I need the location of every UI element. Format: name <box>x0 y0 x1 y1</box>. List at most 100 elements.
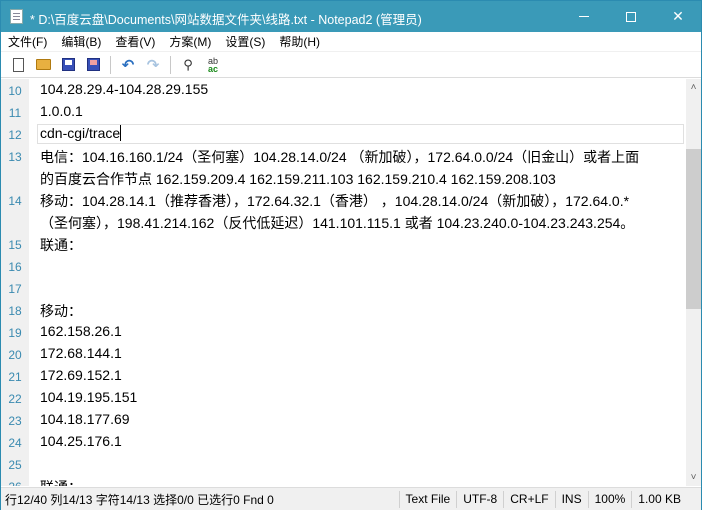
editor-line[interactable]: （圣何塞），198.41.214.162（反代低延迟）141.101.115.1… <box>1 211 686 233</box>
new-file-button[interactable] <box>7 54 29 76</box>
notepad-app-icon[interactable] <box>10 9 23 24</box>
replace-icon: ab ac <box>207 55 218 74</box>
maximize-icon <box>626 11 636 22</box>
line-text-content: 162.158.26.1 <box>40 323 122 339</box>
scroll-up-button[interactable]: ˄ <box>686 79 701 96</box>
line-text: 172.68.144.1 <box>40 345 122 361</box>
line-text-content: 172.69.152.1 <box>40 367 122 383</box>
line-number: 20 <box>8 348 22 362</box>
redo-button[interactable]: ↷ <box>142 54 164 76</box>
line-number: 17 <box>8 282 22 296</box>
vertical-scrollbar[interactable]: ˄ ˅ <box>686 79 701 486</box>
line-text-content: 1.0.0.1 <box>40 103 83 119</box>
scroll-thumb[interactable] <box>686 149 701 310</box>
line-text: 162.158.26.1 <box>40 323 122 339</box>
status-file-size: 1.00 KB <box>631 490 687 508</box>
status-encoding[interactable]: UTF-8 <box>456 490 503 508</box>
status-line-ending[interactable]: CR+LF <box>503 490 554 508</box>
line-text: 移动： <box>40 301 82 321</box>
save-as-button[interactable] <box>82 54 104 76</box>
line-text: 的百度云合作节点 162.159.209.4 162.159.211.103 1… <box>40 169 556 189</box>
line-text-content: 移动： <box>40 303 82 319</box>
chevron-down-icon: ˅ <box>690 472 697 483</box>
new-file-icon <box>12 57 24 72</box>
line-text: 1.0.0.1 <box>40 103 83 119</box>
line-text-content: 104.19.195.151 <box>40 389 138 405</box>
menu-settings[interactable]: 设置(S) <box>225 33 265 50</box>
menu-file[interactable]: 文件(F) <box>8 33 47 50</box>
resize-grip[interactable] <box>687 491 701 508</box>
status-position: 行12/40 列14/13 字符14/13 选择0/0 已选行0 Fnd 0 <box>5 492 274 507</box>
editor-line[interactable]: 15 联通： <box>1 233 686 255</box>
editor-line[interactable]: 21 172.69.152.1 <box>1 365 686 387</box>
editor-line[interactable]: 25 <box>1 453 686 475</box>
editor-line[interactable]: 12 cdn-cgi/trace <box>1 123 686 145</box>
editor-line[interactable]: 18 移动： <box>1 299 686 321</box>
editor-line[interactable]: 20 172.68.144.1 <box>1 343 686 365</box>
save-as-icon <box>86 58 100 71</box>
editor-line[interactable]: 的百度云合作节点 162.159.209.4 162.159.211.103 1… <box>1 167 686 189</box>
line-text-content: 联通： <box>40 237 82 253</box>
save-icon <box>61 58 75 71</box>
binoculars-icon: ⚲ <box>183 56 193 72</box>
editor-line[interactable]: 26 联通： <box>1 475 686 486</box>
line-number: 19 <box>8 326 22 340</box>
toolbar-separator <box>170 55 171 74</box>
title-bar[interactable]: * D:\百度云盘\Documents\网站数据文件夹\线路.txt - Not… <box>1 1 701 32</box>
status-bar: 行12/40 列14/13 字符14/13 选择0/0 已选行0 Fnd 0 T… <box>1 487 701 510</box>
editor-line[interactable]: 23 104.18.177.69 <box>1 409 686 431</box>
menu-scheme[interactable]: 方案(M) <box>169 33 211 50</box>
line-number: 14 <box>8 194 22 208</box>
status-file-type[interactable]: Text File <box>398 490 457 508</box>
find-button[interactable]: ⚲ <box>177 54 199 76</box>
editor-line[interactable]: 16 <box>1 255 686 277</box>
editor-line[interactable]: 22 104.19.195.151 <box>1 387 686 409</box>
menu-help[interactable]: 帮助(H) <box>279 33 320 50</box>
line-text: 104.18.177.69 <box>40 411 130 427</box>
line-text-content: 104.28.29.4-104.28.29.155 <box>40 81 209 97</box>
line-number: 11 <box>8 106 22 120</box>
line-text: 104.28.29.4-104.28.29.155 <box>40 81 208 97</box>
line-text-content: 联通： <box>40 479 82 486</box>
line-number: 18 <box>8 304 22 318</box>
editor-line[interactable]: 17 <box>1 277 686 299</box>
line-number: 23 <box>8 414 22 428</box>
line-number: 24 <box>8 436 22 450</box>
status-insert-mode[interactable]: INS <box>554 490 588 508</box>
editor-line[interactable]: 24 104.25.176.1 <box>1 431 686 453</box>
line-number: 16 <box>8 260 22 274</box>
editor-line[interactable]: 13 电信：104.16.160.1/24（圣何塞）104.28.14.0/24 … <box>1 145 686 167</box>
maximize-button[interactable] <box>608 1 654 32</box>
minimize-button[interactable] <box>561 1 607 32</box>
editor-line[interactable]: 11 1.0.0.1 <box>1 101 686 123</box>
editor-line[interactable]: 10 104.28.29.4-104.28.29.155 <box>1 79 686 101</box>
undo-button[interactable]: ↶ <box>117 54 139 76</box>
line-text-content: cdn-cgi/trace <box>40 125 121 141</box>
editor-line[interactable]: 19 162.158.26.1 <box>1 321 686 343</box>
line-text: 联通： <box>40 235 82 255</box>
save-button[interactable] <box>57 54 79 76</box>
editor-line[interactable]: 14 移动：104.28.14.1（推荐香港），172.64.32.1（香港） ，… <box>1 189 686 211</box>
notepad2-window: * D:\百度云盘\Documents\网站数据文件夹\线路.txt - Not… <box>0 0 702 510</box>
line-number: 12 <box>8 128 22 142</box>
text-editor[interactable]: 10 104.28.29.4-104.28.29.155 11 1.0.0.1 12 cd… <box>1 79 686 486</box>
window-title: * D:\百度云盘\Documents\网站数据文件夹\线路.txt - Not… <box>30 13 422 27</box>
redo-icon: ↷ <box>146 56 160 74</box>
line-text: 172.69.152.1 <box>40 367 122 383</box>
line-text-content: 移动：104.28.14.1（推荐香港），172.64.32.1（香港） ，10… <box>40 193 630 209</box>
scroll-down-button[interactable]: ˅ <box>686 469 701 486</box>
minimize-icon <box>579 16 589 17</box>
close-button[interactable]: ✕ <box>655 1 701 32</box>
line-text: 104.19.195.151 <box>40 389 137 405</box>
status-zoom[interactable]: 100% <box>587 490 632 508</box>
line-text-content: 电信：104.16.160.1/24（圣何塞）104.28.14.0/24 （新… <box>40 149 640 165</box>
menu-view[interactable]: 查看(V) <box>115 33 155 50</box>
line-number: 21 <box>8 370 22 384</box>
line-text: 移动：104.28.14.1（推荐香港），172.64.32.1（香港） ，10… <box>40 191 629 211</box>
line-text-content: （圣何塞），198.41.214.162（反代低延迟）141.101.115.1… <box>40 215 635 231</box>
current-line-highlight <box>37 124 684 144</box>
replace-button[interactable]: ab ac <box>202 54 224 76</box>
menu-edit[interactable]: 编辑(B) <box>61 33 101 50</box>
open-file-button[interactable] <box>32 54 54 76</box>
line-number: 10 <box>8 84 22 98</box>
